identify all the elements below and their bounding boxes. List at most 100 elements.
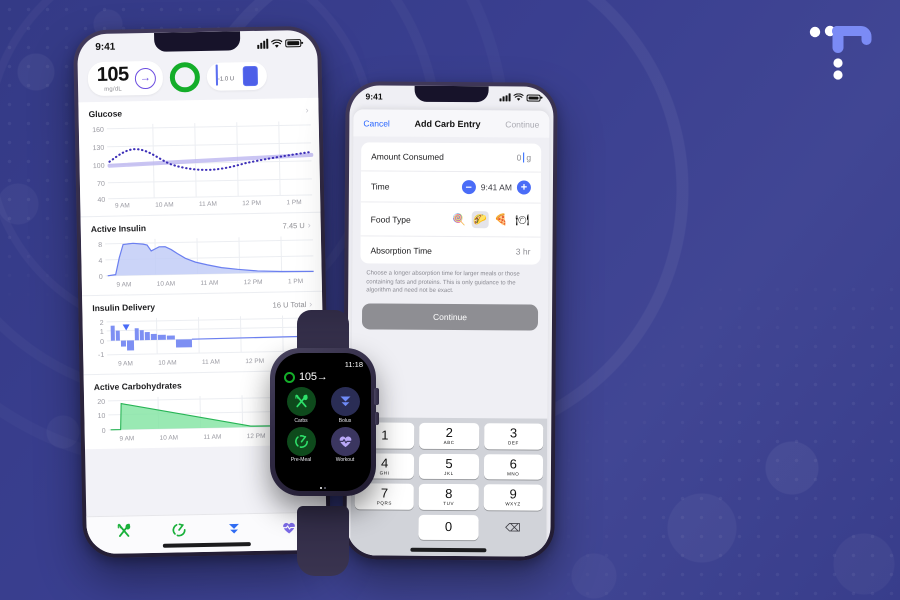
key-6[interactable]: 6 MNO <box>483 453 544 480</box>
amount-unit: g <box>526 152 532 163</box>
continue-button[interactable]: Continue <box>361 303 539 331</box>
pre-meal-tab-icon[interactable] <box>170 521 187 538</box>
pizza-food-icon[interactable]: 🍕 <box>493 211 510 228</box>
key-letters: TUV <box>443 501 455 507</box>
phone2-notch <box>414 85 489 103</box>
bolus-tab-icon[interactable] <box>225 520 242 537</box>
chevron-right-icon[interactable]: › <box>308 219 311 229</box>
key-8[interactable]: 8 TUV <box>419 483 479 510</box>
glucose-value: 105 <box>96 63 129 86</box>
card-active-insulin[interactable]: Active Insulin 7.45 U › 8 4 0 9 AM 10 AM… <box>80 211 322 296</box>
row-time[interactable]: Time – 9:41 AM + <box>360 170 542 203</box>
xtick: 12 PM <box>242 199 262 208</box>
amount-consumed-input[interactable]: 0 g <box>517 152 532 162</box>
row-absorption-time[interactable]: Absorption Time 3 hr <box>360 235 541 265</box>
watch-action-bolus[interactable]: Bolus <box>330 387 360 424</box>
pump-reservoir-icon: -1.0 U <box>215 64 235 86</box>
xtick: 9 AM <box>119 435 135 443</box>
wifi-icon <box>513 93 524 101</box>
watch-action-workout[interactable]: Workout <box>330 426 360 463</box>
key-letters: DEF <box>508 440 519 446</box>
watch-band-bottom <box>297 506 349 576</box>
glucose-hud-pill[interactable]: 105 mg/dL → <box>87 60 164 97</box>
loop-logo <box>809 25 872 80</box>
side-button[interactable] <box>374 412 379 425</box>
food-type-selector[interactable]: 🍭 🌮 🍕 🍽 <box>451 211 531 229</box>
navigation-bar: Cancel Add Carb Entry Continue <box>353 109 550 138</box>
chevron-right-icon[interactable]: › <box>305 104 308 114</box>
xtick: 10 AM <box>155 201 174 209</box>
key-9[interactable]: 9 WXYZ <box>483 484 543 511</box>
row-label: Food Type <box>370 213 411 225</box>
candy-food-icon[interactable]: 🍭 <box>451 211 468 228</box>
key-0[interactable]: 0 <box>418 514 479 541</box>
svg-text:4: 4 <box>98 258 102 265</box>
svg-text:70: 70 <box>97 181 105 188</box>
cancel-button[interactable]: Cancel <box>363 118 390 128</box>
row-label: Time <box>370 181 390 192</box>
glucose-chart: 160 130 100 70 40 <box>79 117 321 204</box>
watch-glucose-row[interactable]: 105→ <box>284 371 363 383</box>
watch-action-carbs[interactable]: Carbs <box>286 387 316 424</box>
svg-text:160: 160 <box>92 127 104 134</box>
carbs-tab-icon[interactable] <box>115 522 132 539</box>
digital-crown[interactable] <box>374 388 379 405</box>
key-letters: WXYZ <box>505 501 521 507</box>
svg-text:10: 10 <box>98 413 106 420</box>
xtick: 1 PM <box>286 199 302 207</box>
svg-text:2: 2 <box>100 320 104 327</box>
status-time: 9:41 <box>95 41 116 53</box>
xtick: 11 AM <box>198 200 217 209</box>
xtick: 11 AM <box>200 279 219 288</box>
utensils-food-icon[interactable]: 🍽 <box>514 211 531 228</box>
watch-action-premeal[interactable]: Pre-Meal <box>286 426 316 463</box>
time-increase-button[interactable]: + <box>516 180 531 195</box>
card-title: Glucose <box>88 108 123 120</box>
pump-hud-pill[interactable]: -1.0 U <box>206 61 268 91</box>
key-3[interactable]: 3 DEF <box>483 423 544 450</box>
apple-watch: 11:18 105→ Carbs Bolus Pre-Meal Workout <box>262 310 384 576</box>
chevron-right-icon[interactable]: › <box>309 298 312 308</box>
status-time: 9:41 <box>365 91 383 102</box>
pump-delivery-value: -1.0 U <box>217 76 235 83</box>
key-letters: MNO <box>507 470 520 477</box>
svg-text:20: 20 <box>97 399 105 406</box>
watch-action-label: Carbs <box>294 417 308 424</box>
closed-loop-ring-icon[interactable] <box>169 62 201 93</box>
taco-food-icon[interactable]: 🌮 <box>471 211 489 229</box>
time-stepper[interactable]: – 9:41 AM + <box>461 180 531 195</box>
xtick: 10 AM <box>156 280 176 288</box>
carb-entry-form: Amount Consumed 0 g Time – 9:41 AM + Foo… <box>360 142 542 265</box>
watch-page-indicator <box>320 487 326 489</box>
row-label: Absorption Time <box>370 244 432 256</box>
status-hud: 105 mg/dL → -1.0 U <box>78 56 319 103</box>
key-5[interactable]: 5 JKL <box>419 453 479 480</box>
row-amount-consumed[interactable]: Amount Consumed 0 g <box>361 142 541 171</box>
row-food-type[interactable]: Food Type 🍭 🌮 🍕 🍽 <box>360 201 541 237</box>
backspace-icon[interactable]: ⌫ <box>483 515 543 541</box>
phone1-notch <box>154 31 241 52</box>
absorption-hint-text: Choose a longer absorption time for larg… <box>366 270 520 295</box>
key-number: 8 <box>445 486 453 502</box>
cellular-signal-icon <box>257 38 269 49</box>
continue-nav-button[interactable]: Continue <box>505 119 539 129</box>
watch-action-label: Bolus <box>338 417 352 424</box>
xtick: 9 AM <box>116 281 132 289</box>
watch-glucose-value: 105→ <box>299 371 328 383</box>
card-glucose[interactable]: Glucose › 160 130 100 70 40 9 AM 10 AM 1… <box>78 97 321 217</box>
battery-icon <box>285 39 302 48</box>
pump-battery-icon <box>242 65 259 87</box>
watch-screen: 11:18 105→ Carbs Bolus Pre-Meal Workout <box>275 353 371 491</box>
closed-loop-ring-icon <box>284 371 295 383</box>
time-decrease-button[interactable]: – <box>461 180 476 195</box>
trend-arrow-icon: → <box>134 67 156 89</box>
key-2[interactable]: 2 ABC <box>419 422 479 449</box>
glucose-unit: mg/dL <box>104 86 122 93</box>
xtick: 11 AM <box>201 358 221 367</box>
active-insulin-chart: 8 4 0 <box>81 232 322 283</box>
svg-text:1: 1 <box>100 329 104 336</box>
card-value: 7.45 U <box>282 220 305 230</box>
card-title: Active Carbohydrates <box>93 380 182 393</box>
key-number: 6 <box>509 456 517 472</box>
key-letters: JKL <box>444 470 454 476</box>
